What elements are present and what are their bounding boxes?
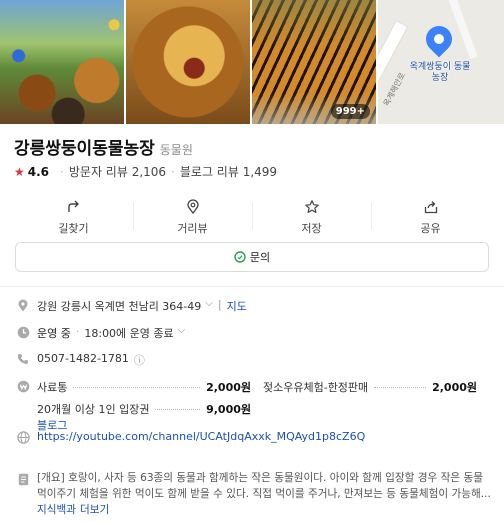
directions-label: 길찾기	[58, 222, 89, 235]
street-view-button[interactable]: 거리뷰	[133, 194, 252, 240]
chat-icon	[234, 251, 246, 263]
map-road	[378, 20, 409, 124]
save-button[interactable]: 저장	[252, 194, 371, 240]
address-text[interactable]: 강원 강릉시 옥계면 천남리 364-49	[37, 298, 201, 314]
price-item: 20개월 이상 1인 입장권 9,000원	[37, 401, 263, 417]
location-pin-icon	[16, 298, 30, 312]
price-item-name: 20개월 이상 1인 입장권	[37, 403, 150, 416]
price-leader	[374, 386, 427, 388]
photo-count-badge: 999+	[330, 104, 370, 119]
photo-strip: 999+ 옥계해안로 옥계쌍둥이 동물농장	[0, 0, 504, 124]
place-name: 강릉쌍둥이동물농장	[14, 139, 155, 159]
map-place-label: 옥계쌍둥이 동물농장	[409, 62, 471, 83]
price-item-name: 젖소우유체험-한정판매	[263, 381, 369, 394]
price-tag-icon	[16, 379, 30, 393]
description-source-link[interactable]: 지식백과	[37, 504, 76, 516]
directions-icon	[65, 198, 83, 216]
phone-row: 0507-1482-1781 ⓘ	[16, 352, 145, 368]
chevron-down-icon[interactable]: ⌵	[178, 325, 186, 336]
globe-icon	[16, 430, 30, 444]
inquiry-label: 문의	[249, 251, 271, 264]
description-more-link[interactable]: 더보기	[80, 504, 109, 516]
price-item-value: 9,000원	[206, 403, 251, 416]
description-text: [개요] 호랑이, 사자 등 63종의 동물과 함께하는 작은 동물원이다. 아…	[37, 472, 491, 500]
price-leader	[73, 386, 201, 388]
hours-row: 운영 중 · 18:00에 운영 종료 ⌵	[16, 325, 185, 341]
open-status: 운영 중	[37, 327, 71, 340]
price-item: 젖소우유체험-한정판매 2,000원	[263, 379, 489, 395]
map-road-label: 옥계해안로	[381, 71, 408, 108]
star-outline-icon	[303, 198, 321, 216]
address-row: 강원 강릉시 옥계면 천남리 364-49 ⌵ | 지도	[16, 298, 247, 314]
document-icon	[16, 472, 30, 486]
street-view-label: 거리뷰	[177, 222, 208, 235]
phone-number[interactable]: 0507-1482-1781	[37, 352, 129, 365]
closing-time[interactable]: 18:00에 운영 종료	[84, 325, 173, 341]
photo-lion-roaring[interactable]	[126, 0, 250, 124]
directions-button[interactable]: 길찾기	[14, 194, 133, 240]
price-item: 사료통 2,000원	[37, 379, 263, 395]
separator-dot: ·	[171, 164, 175, 179]
star-icon: ★	[14, 164, 25, 179]
section-divider	[0, 286, 504, 287]
map-pin-icon	[420, 20, 458, 58]
clock-icon	[16, 325, 30, 339]
place-category: 동물원	[159, 143, 193, 157]
photo-tiger-walking[interactable]: 999+	[252, 0, 376, 124]
price-row: 20개월 이상 1인 입장권 9,000원	[37, 398, 489, 420]
share-button[interactable]: 공유	[371, 194, 490, 240]
share-icon	[422, 198, 440, 216]
rating-value: 4.6	[27, 164, 50, 179]
price-list: 사료통 2,000원 젖소우유체험-한정판매 2,000원 20개월 이상 1인…	[37, 376, 489, 420]
visitor-reviews-link[interactable]: 방문자 리뷰 2,106	[69, 163, 166, 180]
price-leader	[155, 408, 201, 410]
place-title-row: 강릉쌍둥이동물농장 동물원	[14, 134, 193, 159]
save-label: 저장	[301, 222, 322, 235]
photo-lion-collage[interactable]	[0, 0, 124, 124]
price-row: 사료통 2,000원 젖소우유체험-한정판매 2,000원	[37, 376, 489, 398]
phone-icon	[16, 352, 30, 366]
separator-dot: ·	[60, 164, 64, 179]
inquiry-button[interactable]: 문의	[15, 242, 489, 272]
separator-dot: ·	[75, 325, 80, 338]
price-item-name: 사료통	[37, 381, 68, 394]
description-icon-wrap	[16, 472, 37, 486]
chevron-down-icon[interactable]: ⌵	[205, 298, 213, 309]
website-row: https://youtube.com/channel/UCAtJdqAxxk_…	[16, 430, 365, 444]
share-label: 공유	[420, 222, 441, 235]
address-separator: |	[217, 298, 222, 311]
mini-map[interactable]: 옥계해안로 옥계쌍둥이 동물농장	[378, 0, 504, 124]
blog-reviews-link[interactable]: 블로그 리뷰 1,499	[180, 163, 277, 180]
action-bar: 길찾기 거리뷰 저장 공유	[14, 194, 490, 240]
street-view-icon	[184, 198, 202, 216]
info-circle-icon[interactable]: ⓘ	[134, 352, 145, 368]
price-item-value: 2,000원	[206, 381, 251, 394]
rating-row: ★ 4.6 · 방문자 리뷰 2,106 · 블로그 리뷰 1,499	[14, 163, 277, 180]
website-link[interactable]: https://youtube.com/channel/UCAtJdqAxxk_…	[37, 430, 365, 443]
price-icon-wrap	[16, 379, 37, 393]
map-link[interactable]: 지도	[227, 298, 247, 314]
map-road-secondary	[446, 0, 478, 60]
description: [개요] 호랑이, 사자 등 63종의 동물과 함께하는 작은 동물원이다. 아…	[37, 470, 491, 518]
price-item-value: 2,000원	[432, 381, 477, 394]
